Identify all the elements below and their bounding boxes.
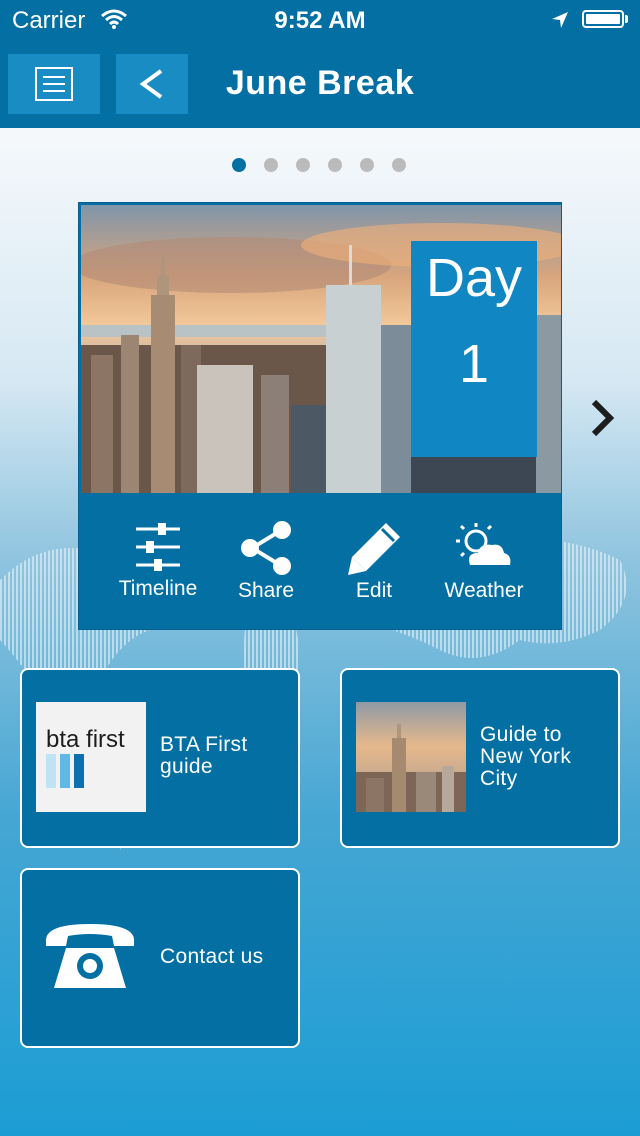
weather-label: Weather [444, 579, 524, 602]
bta-logo: bta first [36, 702, 146, 812]
page-dot-2[interactable] [264, 158, 278, 172]
sun-cloud-icon [456, 523, 511, 565]
edit-label: Edit [355, 579, 393, 602]
bta-guide-tile[interactable]: bta first BTA First guide [20, 668, 300, 848]
page-dot-4[interactable] [328, 158, 342, 172]
day-card: Day 1 Timeline Share Edit Weather [78, 202, 562, 630]
back-button[interactable] [116, 54, 188, 114]
phone-icon [45, 924, 135, 988]
day-number: 1 [458, 334, 490, 394]
nyc-thumbnail [356, 702, 466, 812]
sliders-icon [136, 523, 180, 571]
list-icon [35, 67, 73, 101]
nyc-guide-label: Guide to New York City [480, 723, 572, 790]
chevron-right-icon[interactable] [588, 398, 618, 438]
contact-us-label: Contact us [160, 945, 264, 968]
chevron-left-icon [139, 69, 163, 99]
menu-button[interactable] [8, 54, 100, 114]
day-badge: Day 1 [411, 241, 537, 457]
contact-us-tile[interactable]: Contact us [20, 868, 300, 1048]
pencil-icon [348, 523, 400, 575]
page-dot-1[interactable] [232, 158, 246, 172]
bta-logo-text: bta first [46, 726, 125, 753]
timeline-label: Timeline [118, 577, 198, 600]
edit-button[interactable]: Edit [319, 521, 429, 603]
nyc-guide-tile[interactable]: Guide to New York City [340, 668, 620, 848]
battery-icon [582, 10, 624, 28]
share-label: Share [237, 579, 295, 602]
share-icon [241, 521, 291, 575]
page-title: June Break [225, 64, 415, 102]
page-dot-3[interactable] [296, 158, 310, 172]
day-label: Day [425, 248, 523, 308]
page-dot-6[interactable] [392, 158, 406, 172]
bta-guide-label: BTA First guide [160, 733, 248, 778]
clock: 9:52 AM [274, 7, 366, 34]
navigation-bar: June Break [0, 40, 640, 128]
status-bar: Carrier 9:52 AM [0, 0, 640, 40]
share-button[interactable]: Share [211, 521, 321, 603]
location-arrow-icon [552, 12, 568, 28]
weather-button[interactable]: Weather [429, 521, 539, 603]
page-dot-5[interactable] [360, 158, 374, 172]
timeline-button[interactable]: Timeline [103, 521, 213, 601]
